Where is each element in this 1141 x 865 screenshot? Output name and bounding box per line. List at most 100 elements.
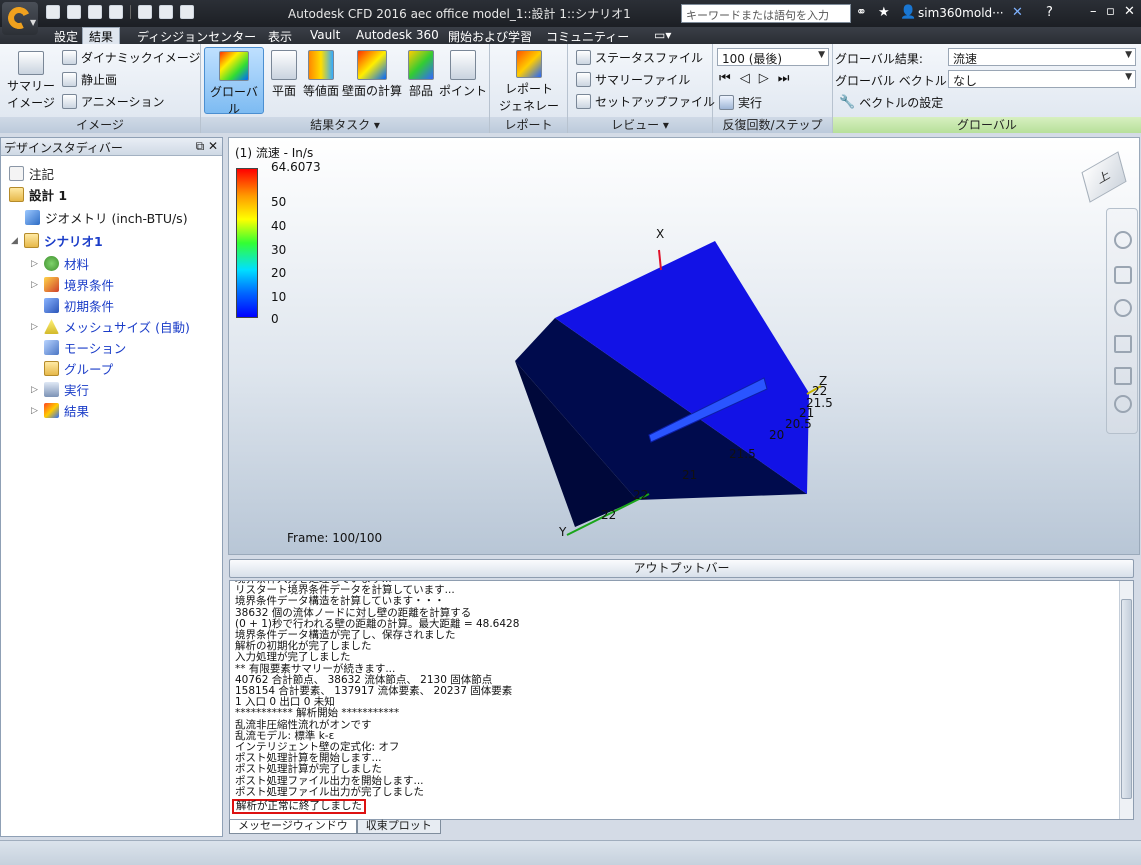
first-step-icon[interactable]: ⏮ (719, 71, 731, 86)
exchange-icon[interactable]: ✕ (1012, 5, 1023, 20)
status-file-button[interactable]: ステータスファイル (576, 49, 703, 66)
run-button[interactable]: 実行 (719, 94, 762, 111)
orbit-icon[interactable] (1114, 335, 1132, 353)
summary-file-button[interactable]: サマリーファイル (576, 71, 690, 88)
tree-item-run[interactable]: ▷ 実行 (31, 380, 89, 399)
summary-image-button[interactable]: サマリー イメージ (6, 47, 56, 111)
close-navigation-icon[interactable] (1114, 395, 1132, 413)
help-icon[interactable]: ? (1046, 5, 1053, 20)
tree-item-geometry[interactable]: ジオメトリ (inch-BTU/s) (25, 208, 188, 227)
wall-calculator-button[interactable]: 壁面の計算 (342, 47, 402, 99)
tree-item-notes[interactable]: 注記 (9, 164, 54, 183)
vector-settings-label: ベクトルの設定 (859, 96, 944, 110)
dynamic-image-icon (62, 50, 77, 65)
vector-settings-button[interactable]: 🔧 ベクトルの設定 (839, 94, 943, 111)
3d-viewport[interactable]: (1) 流速 - In/s 64.6073 50 40 30 20 10 0 X… (228, 137, 1140, 555)
previous-step-icon[interactable]: ◁ (740, 71, 750, 86)
tab-setup[interactable]: 設定 (54, 27, 78, 44)
last-step-icon[interactable]: ⏭ (778, 71, 790, 86)
iteration-select[interactable]: 100 (最後) ▼ (717, 48, 829, 66)
expanded-triangle-icon[interactable]: ◢ (11, 236, 19, 246)
tree-item-initial-conditions[interactable]: 初期条件 (44, 296, 114, 315)
output-scrollbar[interactable] (1119, 581, 1133, 819)
parts-button[interactable]: 部品 (406, 47, 436, 99)
collapsed-triangle-icon[interactable]: ▷ (31, 322, 39, 332)
look-at-icon[interactable] (1114, 367, 1132, 385)
global-button[interactable]: グローバル (204, 47, 264, 116)
pan-hand-icon[interactable] (1114, 266, 1132, 284)
tree-item-design[interactable]: 設計 1 (9, 185, 67, 204)
tree-item-scenario[interactable]: ◢ シナリオ1 (11, 231, 103, 250)
plane-button[interactable]: 平面 (269, 47, 299, 99)
undo-icon[interactable] (138, 5, 152, 19)
tree-item-label: 設計 1 (29, 188, 68, 203)
output-line: 入力処理が完了しました (235, 651, 351, 664)
scrollbar-thumb[interactable] (1121, 599, 1132, 799)
ribbon-group-result-tasks: グローバル 平面 等値面 壁面の計算 部品 ポイント 結果タスク ▾ (201, 44, 490, 133)
scenario-folder-icon (24, 233, 39, 248)
analysis-complete-message: 解析が正常に終了しました (232, 799, 366, 815)
window-icon[interactable] (180, 5, 194, 19)
user-name[interactable]: sim360mold··· (918, 6, 1004, 20)
tree-item-motion[interactable]: モーション (44, 338, 126, 357)
groups-folder-icon (44, 361, 59, 376)
output-window[interactable]: 境界条件入力を処理しています...リスタート境界条件データを計算しています...… (229, 580, 1134, 820)
setup-file-button[interactable]: セットアップファイル (576, 93, 715, 110)
close-icon[interactable]: ✕ (1124, 4, 1135, 19)
tree-item-results[interactable]: ▷ 結果 (31, 401, 89, 420)
animation-button[interactable]: アニメーション (62, 93, 165, 110)
panel-controls[interactable]: ⧉ ✕ (196, 139, 218, 154)
collapsed-triangle-icon[interactable]: ▷ (31, 406, 39, 416)
global-result-select[interactable]: 流速 ▼ (948, 48, 1136, 66)
view-icon[interactable] (159, 5, 173, 19)
tab-decision-center[interactable]: ディシジョンセンター (137, 27, 256, 44)
save-as-icon[interactable] (109, 5, 123, 19)
tab-getting-started[interactable]: 開始および学習 (448, 27, 532, 44)
tab-autodesk-360[interactable]: Autodesk 360 (356, 27, 439, 44)
run-tree-icon (44, 382, 59, 397)
tree-item-groups[interactable]: グループ (44, 359, 113, 378)
tab-community[interactable]: コミュニティー (546, 27, 629, 44)
dynamic-image-label: ダイナミックイメージ (81, 51, 201, 65)
save-icon[interactable] (88, 5, 102, 19)
ribbon-minimize-icon[interactable]: ▭▾ (654, 27, 671, 44)
point-button[interactable]: ポイント (439, 47, 487, 99)
open-folder-icon[interactable] (67, 5, 81, 19)
summary-file-icon (576, 72, 591, 87)
global-vector-label: グローバル ベクトル: (835, 74, 951, 88)
tab-vault[interactable]: Vault (310, 27, 340, 44)
new-file-icon[interactable] (46, 5, 60, 19)
tab-message-window[interactable]: メッセージウィンドウ (229, 820, 357, 834)
restore-icon[interactable]: ▫ (1106, 4, 1115, 19)
still-image-button[interactable]: 静止画 (62, 71, 117, 88)
tab-results[interactable]: 結果 (82, 27, 121, 44)
plane-label: 平面 (271, 84, 296, 98)
binoculars-icon[interactable]: ⚭ (856, 5, 867, 20)
collapsed-triangle-icon[interactable]: ▷ (31, 259, 39, 269)
collapsed-triangle-icon[interactable]: ▷ (31, 280, 39, 290)
point-label: ポイント (439, 84, 488, 98)
ribbon-group-label[interactable]: レビュー ▾ (568, 117, 712, 133)
tab-view[interactable]: 表示 (268, 27, 292, 44)
application-menu-button[interactable]: ▼ (2, 2, 38, 35)
isosurface-button[interactable]: 等値面 (303, 47, 339, 99)
star-icon[interactable]: ★ (878, 5, 890, 20)
global-vector-select[interactable]: なし ▼ (948, 70, 1136, 88)
ribbon-group-label[interactable]: 結果タスク ▾ (201, 117, 489, 133)
view-cube-label: 上 (1096, 167, 1112, 187)
tree-item-materials[interactable]: ▷ 材料 (31, 254, 89, 273)
collapsed-triangle-icon[interactable]: ▷ (31, 385, 39, 395)
output-bar-header[interactable]: アウトプットバー (229, 559, 1134, 578)
tab-convergence-plot[interactable]: 収束プロット (356, 820, 441, 834)
steering-wheel-icon[interactable] (1114, 231, 1132, 249)
summary-file-label: サマリーファイル (595, 73, 691, 87)
output-line: 解析の初期化が完了しました (235, 640, 372, 653)
minimize-icon[interactable]: – (1090, 4, 1097, 19)
dynamic-image-button[interactable]: ダイナミックイメージ (62, 49, 201, 66)
tree-item-boundary-conditions[interactable]: ▷ 境界条件 (31, 275, 114, 294)
zoom-icon[interactable] (1114, 299, 1132, 317)
tree-item-mesh-size[interactable]: ▷ メッシュサイズ (自動) (31, 317, 190, 336)
play-icon[interactable]: ▷ (759, 71, 769, 86)
search-input[interactable]: キーワードまたは語句を入力 (681, 4, 851, 23)
ribbon-group-image: サマリー イメージ ダイナミックイメージ 静止画 アニメーション イメージ (0, 44, 201, 133)
